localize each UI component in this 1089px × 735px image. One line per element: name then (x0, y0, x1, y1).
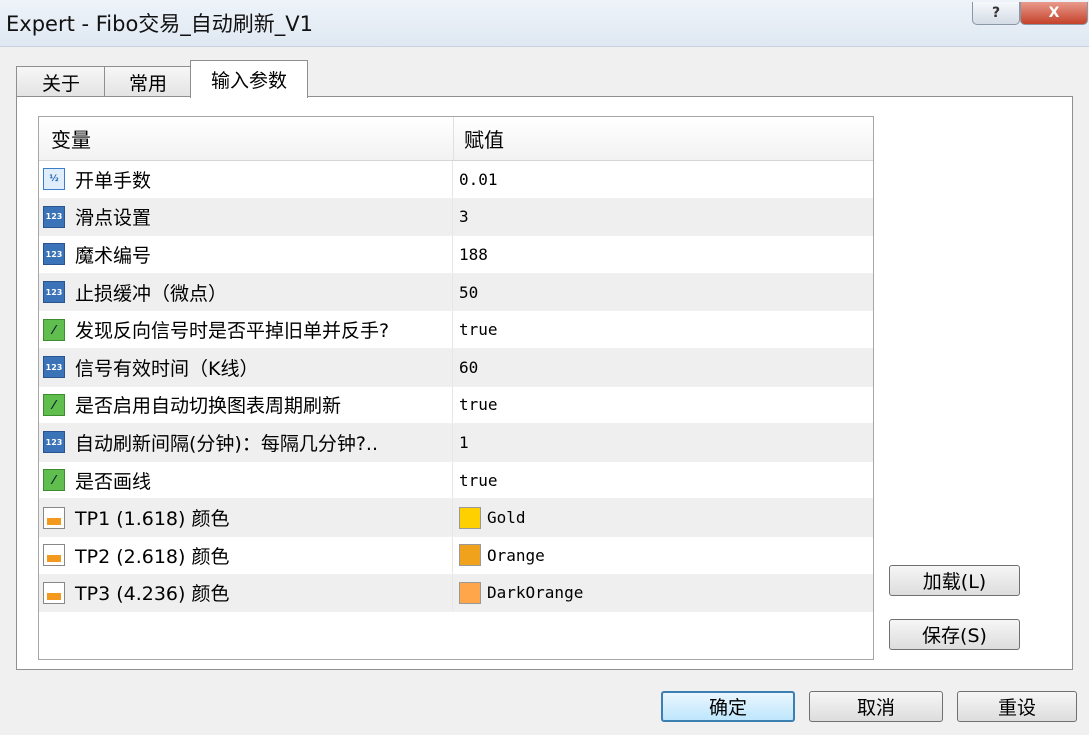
variable-cell: TP2 (2.618) 颜色 (39, 536, 453, 574)
variable-name: 自动刷新间隔(分钟)：每隔几分钟?.. (75, 432, 378, 455)
variable-name: 止损缓冲（微点） (75, 282, 228, 305)
value-cell[interactable]: Gold (453, 499, 873, 536)
table-row[interactable]: 123 魔术编号 188 (39, 236, 873, 274)
variable-cell: 123 止损缓冲（微点） (39, 273, 453, 311)
parameters-table: 变量 赋值 ½ 开单手数 0.01 123 滑点设置 3 123 魔术编号 188 123 止损缓冲… (38, 116, 874, 660)
integer-icon: 123 (43, 205, 65, 228)
value-text: 3 (459, 207, 469, 227)
bool-icon: ⁄ (43, 469, 65, 492)
value-cell[interactable]: true (453, 387, 873, 424)
value-text: Orange (487, 545, 545, 565)
table-row[interactable]: 123 信号有效时间（K线） 60 (39, 348, 873, 387)
variable-name: 是否画线 (75, 470, 152, 493)
bool-icon: ⁄ (43, 318, 65, 341)
variable-cell: 123 滑点设置 (39, 198, 453, 236)
header-variable: 变量 (39, 117, 454, 160)
table-row[interactable]: 123 滑点设置 3 (39, 198, 873, 237)
value-cell[interactable]: Orange (453, 537, 873, 574)
color-swatch (459, 506, 481, 529)
variable-name: 魔术编号 (75, 244, 152, 267)
variable-cell: 123 魔术编号 (39, 236, 453, 273)
value-text: 60 (459, 357, 479, 377)
value-text: 188 (459, 244, 488, 264)
color-icon (43, 506, 65, 529)
save-button[interactable]: 保存(S) (889, 619, 1020, 650)
value-cell[interactable]: 50 (453, 274, 873, 311)
table-row[interactable]: ⁄ 是否启用自动切换图表周期刷新 true (39, 386, 873, 425)
ok-button[interactable]: 确定 (661, 691, 795, 722)
window-title: Expert - Fibo交易_自动刷新_V1 (6, 12, 314, 36)
variable-cell: 123 自动刷新间隔(分钟)：每隔几分钟?.. (39, 424, 453, 461)
value-text: true (459, 470, 498, 490)
value-cell[interactable]: 188 (453, 236, 873, 273)
value-cell[interactable]: DarkOrange (453, 575, 873, 612)
color-icon (43, 581, 65, 604)
variable-cell: ½ 开单手数 (39, 161, 453, 198)
table-row[interactable]: TP1 (1.618) 颜色 Gold (39, 499, 873, 537)
cancel-button[interactable]: 取消 (809, 691, 943, 722)
integer-icon: 123 (43, 431, 65, 454)
variable-name: TP2 (2.618) 颜色 (75, 545, 230, 568)
fraction-icon: ½ (43, 168, 65, 191)
value-cell[interactable]: true (453, 311, 873, 348)
variable-cell: ⁄ 是否画线 (39, 461, 453, 499)
close-button[interactable]: X (1020, 2, 1088, 25)
variable-cell: ⁄ 发现反向信号时是否平掉旧单并反手? (39, 311, 453, 348)
value-cell[interactable]: 0.01 (453, 161, 873, 198)
load-button[interactable]: 加载(L) (889, 565, 1020, 596)
variable-cell: TP3 (4.236) 颜色 (39, 574, 453, 612)
table-row[interactable]: ⁄ 是否画线 true (39, 461, 873, 500)
tab-about[interactable]: 关于 (16, 66, 106, 97)
variable-name: 是否启用自动切换图表周期刷新 (75, 395, 342, 418)
table-row[interactable]: TP3 (4.236) 颜色 DarkOrange (39, 574, 873, 613)
table-body: ½ 开单手数 0.01 123 滑点设置 3 123 魔术编号 188 123 止损缓冲（微点） 50… (39, 161, 873, 613)
color-swatch (459, 544, 481, 567)
value-text: 1 (459, 432, 469, 452)
table-row[interactable]: 123 止损缓冲（微点） 50 (39, 273, 873, 312)
help-button[interactable]: ? (972, 2, 1020, 25)
title-bar: Expert - Fibo交易_自动刷新_V1 ? X (0, 0, 1089, 47)
color-swatch (459, 581, 481, 604)
integer-icon: 123 (43, 281, 65, 304)
value-cell[interactable]: 1 (453, 424, 873, 461)
variable-name: TP3 (4.236) 颜色 (75, 583, 230, 606)
value-text: DarkOrange (487, 583, 584, 603)
integer-icon: 123 (43, 356, 65, 379)
variable-cell: TP1 (1.618) 颜色 (39, 499, 453, 536)
value-text: Gold (487, 508, 526, 528)
table-row[interactable]: ⁄ 发现反向信号时是否平掉旧单并反手? true (39, 311, 873, 349)
integer-icon: 123 (43, 243, 65, 266)
variable-cell: ⁄ 是否启用自动切换图表周期刷新 (39, 386, 453, 424)
value-text: 0.01 (459, 169, 498, 189)
value-cell[interactable]: 3 (453, 199, 873, 236)
table-row[interactable]: ½ 开单手数 0.01 (39, 161, 873, 199)
header-value: 赋值 (464, 128, 504, 152)
value-text: true (459, 320, 498, 340)
table-row[interactable]: TP2 (2.618) 颜色 Orange (39, 536, 873, 575)
value-cell[interactable]: true (453, 462, 873, 499)
value-text: 50 (459, 282, 479, 302)
table-header: 变量 赋值 (39, 117, 873, 161)
variable-name: 滑点设置 (75, 207, 152, 230)
value-text: true (459, 395, 498, 415)
tab-common[interactable]: 常用 (104, 66, 192, 97)
variable-name: 信号有效时间（K线） (75, 357, 259, 380)
variable-name: 发现反向信号时是否平掉旧单并反手? (75, 320, 390, 343)
variable-name: 开单手数 (75, 169, 152, 192)
reset-button[interactable]: 重设 (957, 691, 1077, 722)
table-row[interactable]: 123 自动刷新间隔(分钟)：每隔几分钟?.. 1 (39, 424, 873, 462)
value-cell[interactable]: 60 (453, 349, 873, 386)
variable-cell: 123 信号有效时间（K线） (39, 348, 453, 386)
color-icon (43, 544, 65, 567)
variable-name: TP1 (1.618) 颜色 (75, 508, 230, 531)
bool-icon: ⁄ (43, 393, 65, 416)
tab-inputs[interactable]: 输入参数 (190, 60, 308, 98)
